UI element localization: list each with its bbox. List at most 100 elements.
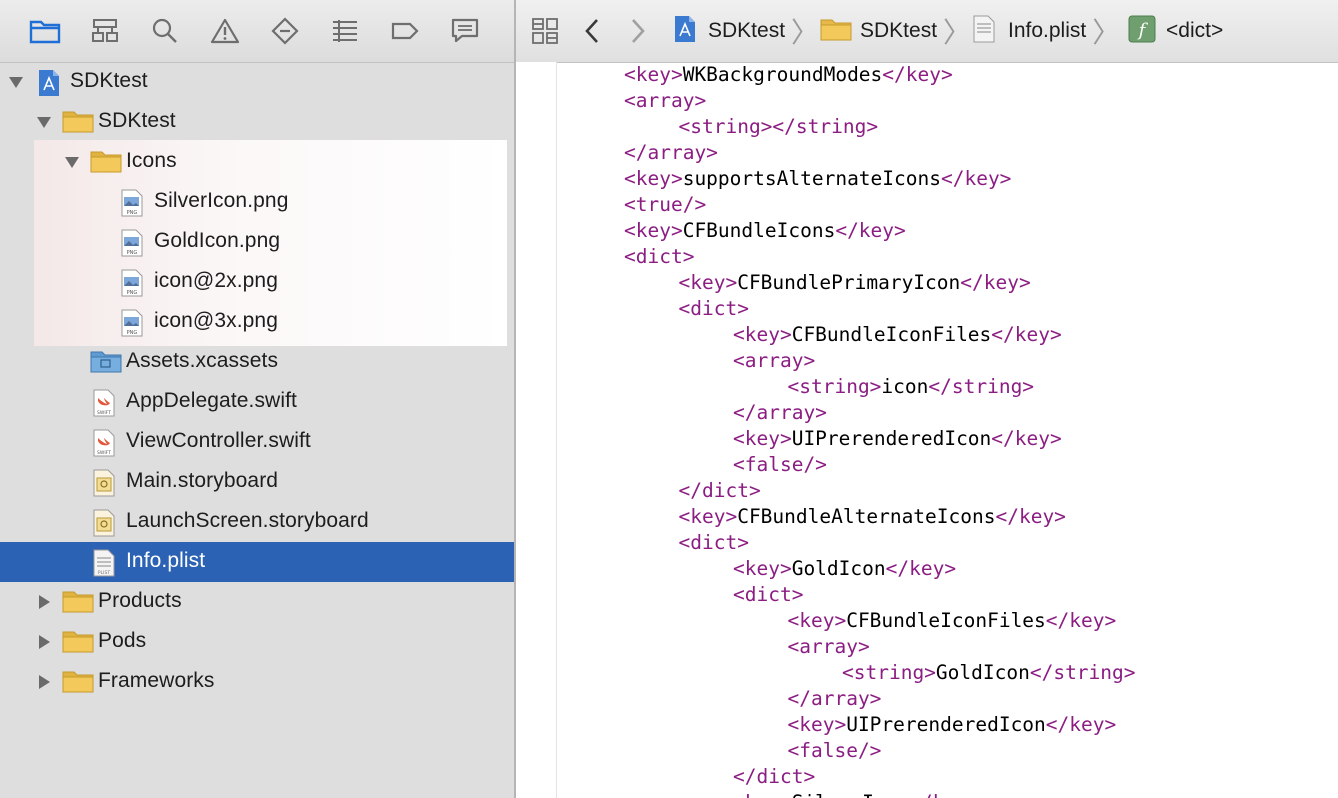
tree-item-frameworks[interactable]: Frameworks xyxy=(0,662,514,702)
xml-tag: </key> xyxy=(882,63,953,86)
breakpoint-icon[interactable] xyxy=(388,14,422,48)
code-line: </dict> xyxy=(733,764,815,790)
svg-text:PNG: PNG xyxy=(127,210,138,216)
code-line: <false/> xyxy=(733,452,827,478)
xml-value: SilverIcon xyxy=(792,791,909,798)
xml-tag: <key> xyxy=(733,791,792,798)
tree-item-label: Info.plist xyxy=(126,549,206,572)
xml-tag: </array> xyxy=(787,687,882,710)
tree-item-label: SDKtest xyxy=(98,109,176,132)
xml-tag: </key> xyxy=(991,323,1062,346)
storyboard-file-icon xyxy=(92,508,124,537)
project-file-icon xyxy=(36,68,68,96)
code-line: </array> xyxy=(624,140,718,166)
breadcrumb-element[interactable]: f <dict> xyxy=(1128,14,1223,48)
swift-file-icon: SWIFT xyxy=(92,428,124,457)
code-line: <key>CFBundleIcons</key> xyxy=(624,218,906,244)
tree-item-silvericon-png[interactable]: PNG SilverIcon.png xyxy=(0,182,514,222)
disclosure-expanded-icon[interactable] xyxy=(64,154,80,170)
tree-item-assets-xcassets[interactable]: Assets.xcassets xyxy=(0,342,514,382)
list-icon[interactable] xyxy=(328,14,362,48)
disclosure-expanded-icon[interactable] xyxy=(36,114,52,130)
tree-item-label: Assets.xcassets xyxy=(126,349,279,372)
disclosure-collapsed-icon[interactable] xyxy=(36,674,52,690)
navigator-toolbar xyxy=(0,0,514,63)
xml-tag: <false/> xyxy=(787,739,882,762)
asset-catalog-icon xyxy=(90,348,122,376)
code-line: <true/> xyxy=(624,192,706,218)
search-icon[interactable] xyxy=(148,14,182,48)
xml-tag: <key> xyxy=(624,167,683,190)
breadcrumb-separator: 〉 xyxy=(1092,16,1121,49)
tree-item-sdktest[interactable]: SDKtest xyxy=(0,62,514,102)
xml-tag: </dict> xyxy=(733,765,816,788)
folder-icon xyxy=(90,148,122,176)
tree-item-products[interactable]: Products xyxy=(0,582,514,622)
xml-tag: <key> xyxy=(787,713,847,736)
code-line: <array> xyxy=(788,634,870,660)
tree-item-pods[interactable]: Pods xyxy=(0,622,514,662)
xml-tag: </dict> xyxy=(678,479,761,502)
code-area[interactable]: <key>WKBackgroundModes</key> <array> <stri… xyxy=(516,62,1338,798)
breadcrumb-separator: 〉 xyxy=(943,16,972,49)
breadcrumb-separator: 〉 xyxy=(791,16,820,49)
xml-tag: <key> xyxy=(624,63,683,86)
xml-tag: <string> xyxy=(787,375,882,398)
back-arrow-icon[interactable] xyxy=(582,14,602,48)
svg-text:PLIST: PLIST xyxy=(98,570,110,576)
tree-item-appdelegate-swift[interactable]: SWIFT AppDelegate.swift xyxy=(0,382,514,422)
breadcrumb-group[interactable]: SDKtest 〉 xyxy=(820,14,972,49)
code-line: <string></string> xyxy=(679,114,879,140)
tree-item-main-storyboard[interactable]: Main.storyboard xyxy=(0,462,514,502)
xml-tag: <key> xyxy=(624,219,683,242)
function-icon: f xyxy=(1128,15,1156,48)
test-diamond-icon[interactable] xyxy=(268,14,302,48)
xml-tag: </key> xyxy=(1045,713,1117,736)
project-navigator-folder-icon[interactable] xyxy=(28,14,62,48)
xml-tag: <key> xyxy=(733,557,792,580)
tree-item-goldicon-png[interactable]: PNG GoldIcon.png xyxy=(0,222,514,262)
tree-item-label: Products xyxy=(98,589,182,612)
tree-item-label: Icons xyxy=(126,149,177,172)
xml-value: CFBundleAlternateIcons xyxy=(737,505,996,528)
folder-icon xyxy=(62,628,94,656)
code-line: <key>supportsAlternateIcons</key> xyxy=(624,166,1011,192)
folder-icon xyxy=(62,588,94,616)
disclosure-collapsed-icon[interactable] xyxy=(36,594,52,610)
tree-item-label: Frameworks xyxy=(98,669,215,692)
xml-tag: <key> xyxy=(678,271,738,294)
hierarchy-icon[interactable] xyxy=(88,14,122,48)
xml-tag: <dict> xyxy=(733,583,804,606)
tree-item-label: icon@2x.png xyxy=(154,269,278,292)
folder-icon xyxy=(62,668,94,696)
code-line: </dict> xyxy=(679,478,761,504)
storyboard-file-icon xyxy=(92,468,124,497)
breadcrumb-project[interactable]: SDKtest 〉 xyxy=(672,14,820,49)
tree-item-viewcontroller-swift[interactable]: SWIFT ViewController.swift xyxy=(0,422,514,462)
tree-item-icon-2x-png[interactable]: PNG icon@2x.png xyxy=(0,262,514,302)
svg-text:SWIFT: SWIFT xyxy=(97,410,111,416)
tree-item-launchscreen-storyboard[interactable]: LaunchScreen.storyboard xyxy=(0,502,514,542)
tree-item-icon-3x-png[interactable]: PNG icon@3x.png xyxy=(0,302,514,342)
xml-value: GoldIcon xyxy=(935,661,1030,684)
tree-item-label: SDKtest xyxy=(70,69,148,92)
tree-item-sdktest[interactable]: SDKtest xyxy=(0,102,514,142)
disclosure-expanded-icon[interactable] xyxy=(8,74,24,90)
tree-item-label: AppDelegate.swift xyxy=(126,389,297,412)
xml-value: CFBundlePrimaryIcon xyxy=(737,271,961,294)
xml-tag: </key> xyxy=(940,167,1012,190)
related-items-icon[interactable] xyxy=(530,14,560,48)
code-line: <key>SilverIcon</key> xyxy=(733,790,980,798)
tree-item-info-plist[interactable]: PLIST Info.plist xyxy=(0,542,514,582)
breadcrumb-label: SDKtest xyxy=(860,19,938,42)
forward-arrow-icon[interactable] xyxy=(628,14,648,48)
plist-file-icon: PLIST xyxy=(92,548,124,577)
tree-item-icons[interactable]: Icons xyxy=(0,142,514,182)
png-file-icon: PNG xyxy=(120,188,152,217)
report-icon[interactable] xyxy=(448,14,482,48)
png-file-icon: PNG xyxy=(120,308,152,337)
disclosure-collapsed-icon[interactable] xyxy=(36,634,52,650)
breadcrumb-file[interactable]: Info.plist 〉 xyxy=(972,14,1121,49)
warning-icon[interactable] xyxy=(208,14,242,48)
code-line: <key>WKBackgroundModes</key> xyxy=(624,62,953,88)
